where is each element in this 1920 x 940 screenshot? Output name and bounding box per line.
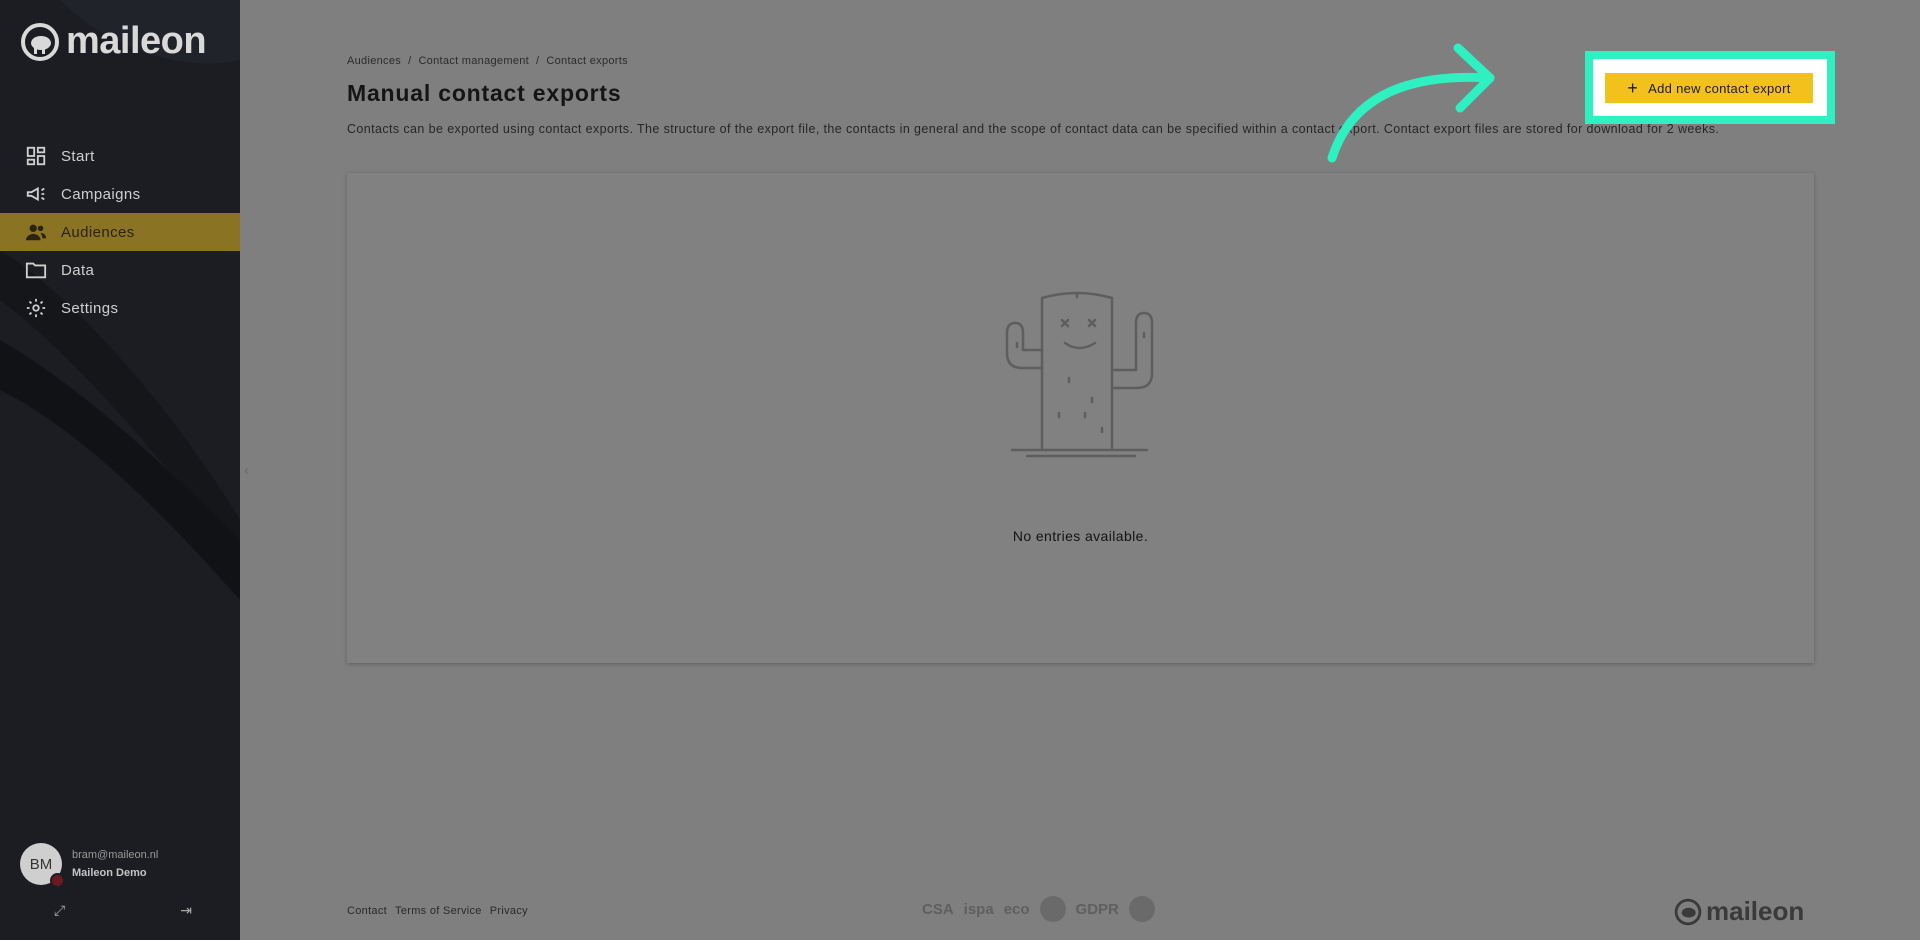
footer-link-privacy[interactable]: Privacy xyxy=(490,905,528,917)
user-profile[interactable]: BM bram@maileon.nl Maileon Demo xyxy=(20,843,158,888)
page-description: Contacts can be exported using contact e… xyxy=(347,122,1720,136)
footer-logo-text: maileon xyxy=(1706,896,1805,926)
maileon-logo-mark-icon xyxy=(1674,898,1702,925)
sidebar-item-label: Audiences xyxy=(61,223,135,241)
sidebar-item-start[interactable]: Start xyxy=(0,137,240,175)
sidebar-item-data[interactable]: Data xyxy=(0,251,240,289)
footer-link-terms[interactable]: Terms of Service xyxy=(395,905,482,917)
breadcrumb-separator: / xyxy=(536,55,540,67)
sidebar-item-label: Settings xyxy=(61,299,119,317)
dashboard-icon xyxy=(26,146,46,166)
exports-list-panel: No entries available. xyxy=(347,173,1814,663)
logo-text: maileon xyxy=(66,20,207,62)
empty-cactus-icon xyxy=(1005,291,1154,458)
user-email: bram@maileon.nl xyxy=(72,849,159,861)
iso-badge-icon xyxy=(1039,896,1066,922)
sidebar-item-label: Start xyxy=(61,147,95,165)
user-info: bram@maileon.nl Maileon Demo xyxy=(72,849,158,879)
footer-maileon-logo: maileon xyxy=(1674,896,1804,927)
megaphone-icon xyxy=(26,186,45,202)
add-new-contact-export-button[interactable]: + Add new contact export xyxy=(1605,73,1813,103)
logout-icon[interactable]: ⇥ xyxy=(180,902,192,919)
csa-badge: CSA xyxy=(922,900,954,918)
ispa-badge: ispa xyxy=(963,900,994,918)
breadcrumb: Audiences / Contact management / Contact… xyxy=(347,55,628,67)
tutorial-pointer-arrow-icon xyxy=(1327,43,1495,163)
sidebar-item-settings[interactable]: Settings xyxy=(0,289,240,327)
footer-links: Contact Terms of Service Privacy xyxy=(347,905,528,917)
main-content: Audiences / Contact management / Contact… xyxy=(347,0,1814,940)
maileon-logo-mark-icon xyxy=(21,22,59,61)
breadcrumb-contact-management[interactable]: Contact management xyxy=(418,55,529,67)
eco-badge: eco xyxy=(1003,900,1030,918)
folder-icon xyxy=(25,262,47,279)
user-organization: Maileon Demo xyxy=(72,867,147,879)
main-nav: Start Campaigns Audiences Data Settings xyxy=(0,137,240,327)
sidebar-collapse-chevron-icon[interactable]: ‹ xyxy=(244,462,249,480)
people-icon xyxy=(25,224,47,241)
plus-icon: + xyxy=(1627,78,1639,98)
expand-icon[interactable]: ⤢ xyxy=(54,902,65,919)
gear-icon xyxy=(26,298,46,318)
breadcrumb-audiences[interactable]: Audiences xyxy=(347,55,401,67)
page-title: Manual contact exports xyxy=(347,80,622,106)
breadcrumb-contact-exports[interactable]: Contact exports xyxy=(546,55,628,67)
empty-state-text: No entries available. xyxy=(1012,528,1149,544)
sidebar-item-label: Data xyxy=(61,261,95,279)
certification-badges: CSA ispa eco GDPR xyxy=(922,896,1155,922)
sidebar-item-label: Campaigns xyxy=(61,185,141,203)
avatar-initials: BM xyxy=(29,855,53,873)
language-flag-icon xyxy=(50,873,65,888)
breadcrumb-separator: / xyxy=(408,55,412,67)
sidebar-bottom-actions: ⤢ ⇥ xyxy=(0,902,240,919)
sidebar-item-campaigns[interactable]: Campaigns xyxy=(0,175,240,213)
ssl-badge-icon xyxy=(1128,896,1155,922)
footer-link-contact[interactable]: Contact xyxy=(347,905,387,917)
sidebar-item-audiences[interactable]: Audiences xyxy=(0,213,240,251)
maileon-logo[interactable]: maileon xyxy=(20,20,207,63)
add-button-label: Add new contact export xyxy=(1648,80,1791,96)
sidebar: maileon Start Campaigns Audiences Data S… xyxy=(0,0,240,940)
avatar[interactable]: BM xyxy=(20,843,65,888)
gdpr-badge: GDPR xyxy=(1075,900,1119,918)
